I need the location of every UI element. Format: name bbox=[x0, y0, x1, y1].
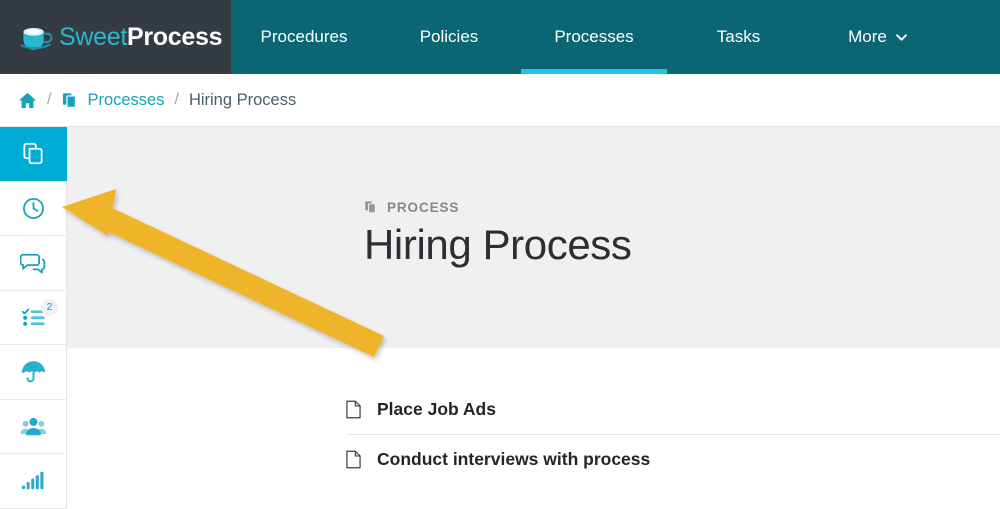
nav-label: More bbox=[848, 27, 887, 46]
documents-icon bbox=[23, 143, 43, 165]
breadcrumb-label: Processes bbox=[87, 90, 165, 109]
page-title: Hiring Process bbox=[364, 221, 632, 268]
brand-name-sweet: Sweet bbox=[59, 22, 127, 51]
sidebar-item-activity[interactable] bbox=[0, 182, 67, 236]
main-content: PROCESS Hiring Process Place Job Ads Con… bbox=[67, 127, 1000, 509]
nav-label: Processes bbox=[554, 27, 634, 46]
bar-chart-icon bbox=[21, 472, 44, 490]
nav-item-tasks[interactable]: Tasks bbox=[667, 0, 810, 74]
page-heading-block: PROCESS Hiring Process bbox=[364, 200, 632, 268]
sidebar-item-teams[interactable] bbox=[0, 400, 67, 454]
umbrella-icon bbox=[21, 361, 46, 383]
nav-item-more[interactable]: More bbox=[810, 0, 945, 74]
breadcrumb-item-processes[interactable]: Processes bbox=[61, 91, 164, 110]
breadcrumb: / Processes / Hiring Process bbox=[0, 74, 1000, 127]
brand-wordmark: SweetProcess bbox=[59, 23, 222, 52]
sidebar-item-documents[interactable] bbox=[0, 127, 67, 182]
nav-item-processes[interactable]: Processes bbox=[521, 0, 667, 74]
chevron-down-icon bbox=[896, 33, 907, 41]
app-root: SweetProcess Procedures Policies Process… bbox=[0, 0, 1000, 509]
list-item[interactable]: Place Job Ads bbox=[346, 385, 1000, 434]
nav-label: Procedures bbox=[260, 27, 348, 46]
sidebar-item-policies[interactable] bbox=[0, 345, 67, 400]
home-icon bbox=[18, 92, 37, 108]
page-kicker: PROCESS bbox=[364, 200, 631, 215]
breadcrumb-home[interactable] bbox=[18, 91, 37, 110]
brand-name-process: Process bbox=[126, 22, 223, 51]
file-icon bbox=[346, 450, 361, 468]
sidebar-item-tasks[interactable]: 2 bbox=[0, 291, 67, 345]
list-item-label: Place Job Ads bbox=[377, 399, 496, 419]
list-item[interactable]: Conduct interviews with process bbox=[346, 434, 1000, 483]
sidebar-item-comments[interactable] bbox=[0, 236, 67, 291]
clock-icon bbox=[23, 197, 44, 219]
breadcrumb-label: Hiring Process bbox=[188, 90, 297, 109]
process-steps-list: Place Job Ads Conduct interviews with pr… bbox=[346, 385, 1000, 483]
sidebar: 2 bbox=[0, 127, 67, 509]
documents-icon bbox=[63, 92, 77, 108]
coffee-cup-icon bbox=[20, 27, 53, 50]
main-nav: Procedures Policies Processes Tasks More bbox=[231, 0, 1000, 74]
tasks-badge: 2 bbox=[41, 298, 58, 316]
list-item-label: Conduct interviews with process bbox=[377, 448, 651, 469]
brand-area: SweetProcess bbox=[0, 0, 231, 74]
file-icon bbox=[346, 400, 361, 419]
page-hero: PROCESS Hiring Process bbox=[67, 127, 1000, 348]
sidebar-item-reports[interactable] bbox=[0, 454, 67, 509]
nav-item-policies[interactable]: Policies bbox=[377, 0, 521, 74]
brand-logo[interactable]: SweetProcess bbox=[20, 23, 222, 52]
breadcrumb-separator: / bbox=[174, 91, 179, 108]
people-group-icon bbox=[20, 417, 47, 435]
top-bar: SweetProcess Procedures Policies Process… bbox=[0, 0, 1000, 74]
nav-item-procedures[interactable]: Procedures bbox=[231, 0, 377, 74]
nav-label: Tasks bbox=[716, 27, 761, 46]
documents-icon bbox=[365, 201, 376, 214]
breadcrumb-item-current: Hiring Process bbox=[189, 91, 296, 110]
page-kicker-label: PROCESS bbox=[387, 200, 460, 215]
chat-bubbles-icon bbox=[20, 254, 46, 274]
nav-label: Policies bbox=[419, 27, 479, 46]
breadcrumb-separator: / bbox=[47, 91, 52, 108]
